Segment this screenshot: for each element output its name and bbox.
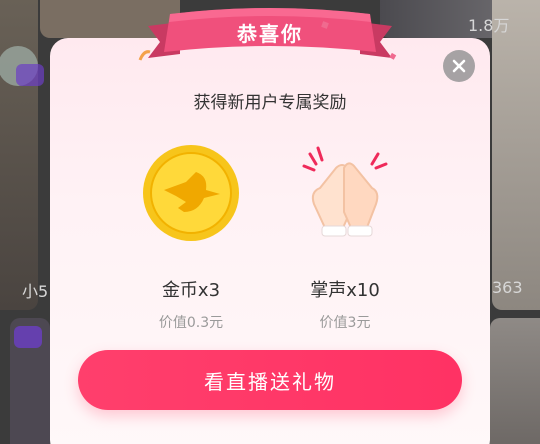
reward-item-coins: 金币x3 价值0.3元: [121, 138, 261, 332]
reward-name: 掌声x10: [310, 280, 380, 301]
live-badge: [16, 64, 44, 86]
confetti-icon: [321, 21, 329, 29]
confetti-icon: [389, 52, 397, 60]
views-count: 1.8万: [468, 16, 510, 35]
gold-coin-icon: [136, 138, 246, 248]
ribbon-title: 恭喜你: [237, 22, 303, 46]
watch-live-gift-button[interactable]: 看直播送礼物: [78, 350, 462, 410]
tile-label: 小5: [22, 282, 49, 301]
reward-name: 金币x3: [161, 280, 221, 301]
live-badge: [14, 326, 42, 348]
confetti-icon: [138, 50, 151, 61]
tile-number: 363: [492, 278, 523, 297]
modal-subtitle: 获得新用户专属奖励: [193, 93, 347, 113]
feed-tile: [490, 318, 540, 444]
ribbon-banner: 恭喜你: [140, 4, 400, 64]
reward-value: 价值0.3元: [158, 315, 224, 331]
reward-item-applause: 掌声x10 价值3元: [275, 138, 415, 332]
close-icon: [452, 59, 466, 73]
reward-value: 价值3元: [319, 315, 371, 331]
close-button[interactable]: [443, 50, 475, 82]
feed-tile: [492, 0, 540, 310]
clapping-hands-icon: [290, 138, 400, 248]
